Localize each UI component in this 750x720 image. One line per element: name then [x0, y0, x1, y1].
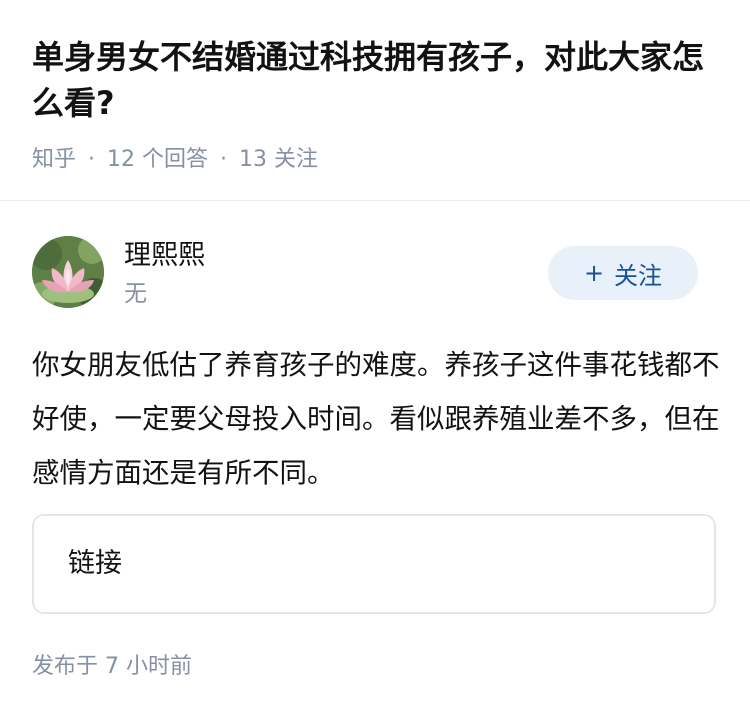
follow-button[interactable]: + 关注 [548, 246, 698, 300]
meta-separator: · [88, 147, 96, 172]
publish-time: 发布于 7 小时前 [32, 654, 192, 679]
source-label[interactable]: 知乎 [32, 147, 76, 172]
answers-count[interactable]: 12 个回答 [107, 147, 208, 172]
link-card[interactable]: 链接 [32, 514, 716, 614]
question-meta: 知乎 · 12 个回答 · 13 关注 [32, 144, 318, 176]
plus-icon: + [583, 259, 605, 287]
follows-count[interactable]: 13 关注 [239, 147, 318, 172]
link-card-label: 链接 [68, 548, 122, 579]
lotus-avatar-icon[interactable] [32, 236, 104, 308]
author-name[interactable]: 理熙熙 [124, 238, 205, 274]
answer-content[interactable]: 你女朋友低估了养育孩子的难度。养孩子这件事花钱都不好使，一定要父母投入时间。看似… [32, 338, 722, 500]
author-row: 理熙熙 无 + 关注 [32, 236, 718, 308]
question-title[interactable]: 单身男女不结婚通过科技拥有孩子，对此大家怎么看? [32, 34, 722, 126]
follow-button-label: 关注 [614, 261, 663, 290]
author-bio: 无 [124, 281, 147, 307]
question-header: 单身男女不结婚通过科技拥有孩子，对此大家怎么看? 知乎 · 12 个回答 · 13 关注 [0, 0, 750, 201]
meta-separator: · [220, 147, 228, 172]
